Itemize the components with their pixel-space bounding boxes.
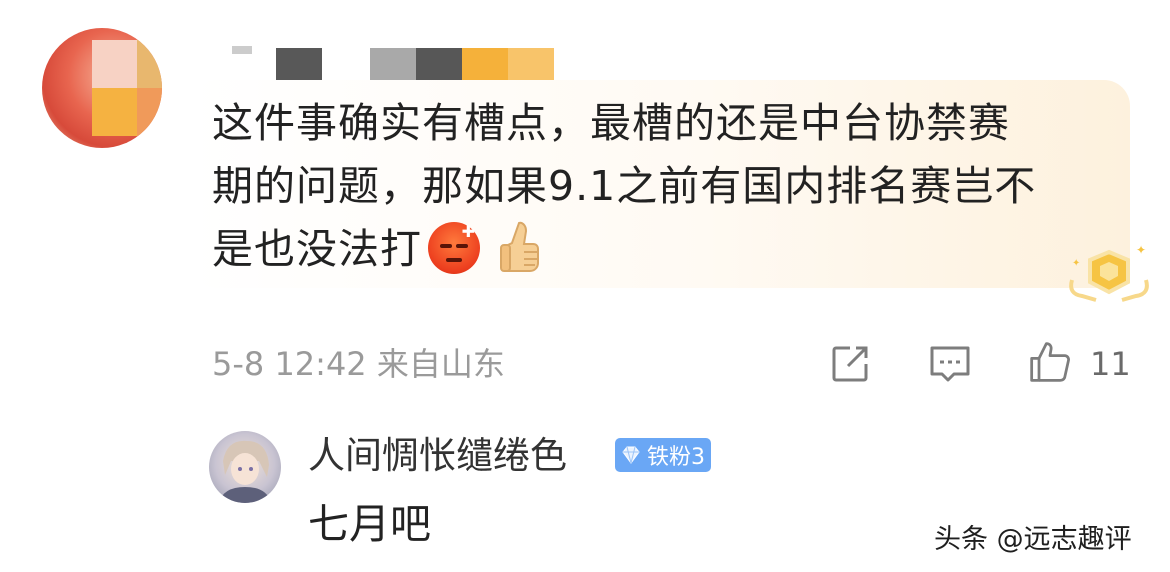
like-count: 11 bbox=[1090, 345, 1131, 383]
like-thumb-icon[interactable] bbox=[1028, 340, 1072, 384]
reply-text: 七月吧 bbox=[308, 500, 431, 548]
angry-face-icon: ✚ bbox=[428, 222, 480, 274]
fan-badge-label: 铁粉3 bbox=[647, 445, 705, 470]
svg-text:✦: ✦ bbox=[1072, 258, 1080, 269]
avatar-mosaic bbox=[92, 40, 162, 136]
comment-line-3-text: 是也没法打 bbox=[212, 225, 422, 273]
replier-username[interactable]: 人间惆怅缱绻色 bbox=[308, 430, 567, 482]
svg-text:✦: ✦ bbox=[1136, 243, 1146, 257]
comment-line-3: 是也没法打 ✚ bbox=[212, 218, 1112, 281]
fan-badge: 铁粉3 bbox=[615, 438, 711, 472]
thumbs-up-icon bbox=[500, 221, 539, 272]
source-watermark: 头条 @远志趣评 bbox=[934, 524, 1132, 555]
commenter-username-redacted[interactable] bbox=[232, 46, 562, 82]
comment-timestamp-location: 5-8 12:42 来自山东 bbox=[212, 345, 505, 383]
replier-avatar[interactable] bbox=[209, 431, 281, 503]
anime-avatar-illustration bbox=[219, 440, 271, 503]
comment-line-1: 这件事确实有槽点，最槽的还是中台协禁赛 bbox=[212, 99, 1010, 147]
diamond-icon bbox=[622, 446, 640, 464]
comment-text: 这件事确实有槽点，最槽的还是中台协禁赛 期的问题，那如果9.1之前有国内排名赛岂… bbox=[212, 92, 1112, 281]
comment-line-2: 期的问题，那如果9.1之前有国内排名赛岂不 bbox=[212, 162, 1037, 210]
reply-comment-icon[interactable] bbox=[928, 342, 972, 386]
fan-level-badge-icon: ✦ ✦ bbox=[1069, 243, 1149, 302]
share-icon[interactable] bbox=[828, 342, 872, 386]
commenter-avatar[interactable] bbox=[42, 28, 162, 148]
